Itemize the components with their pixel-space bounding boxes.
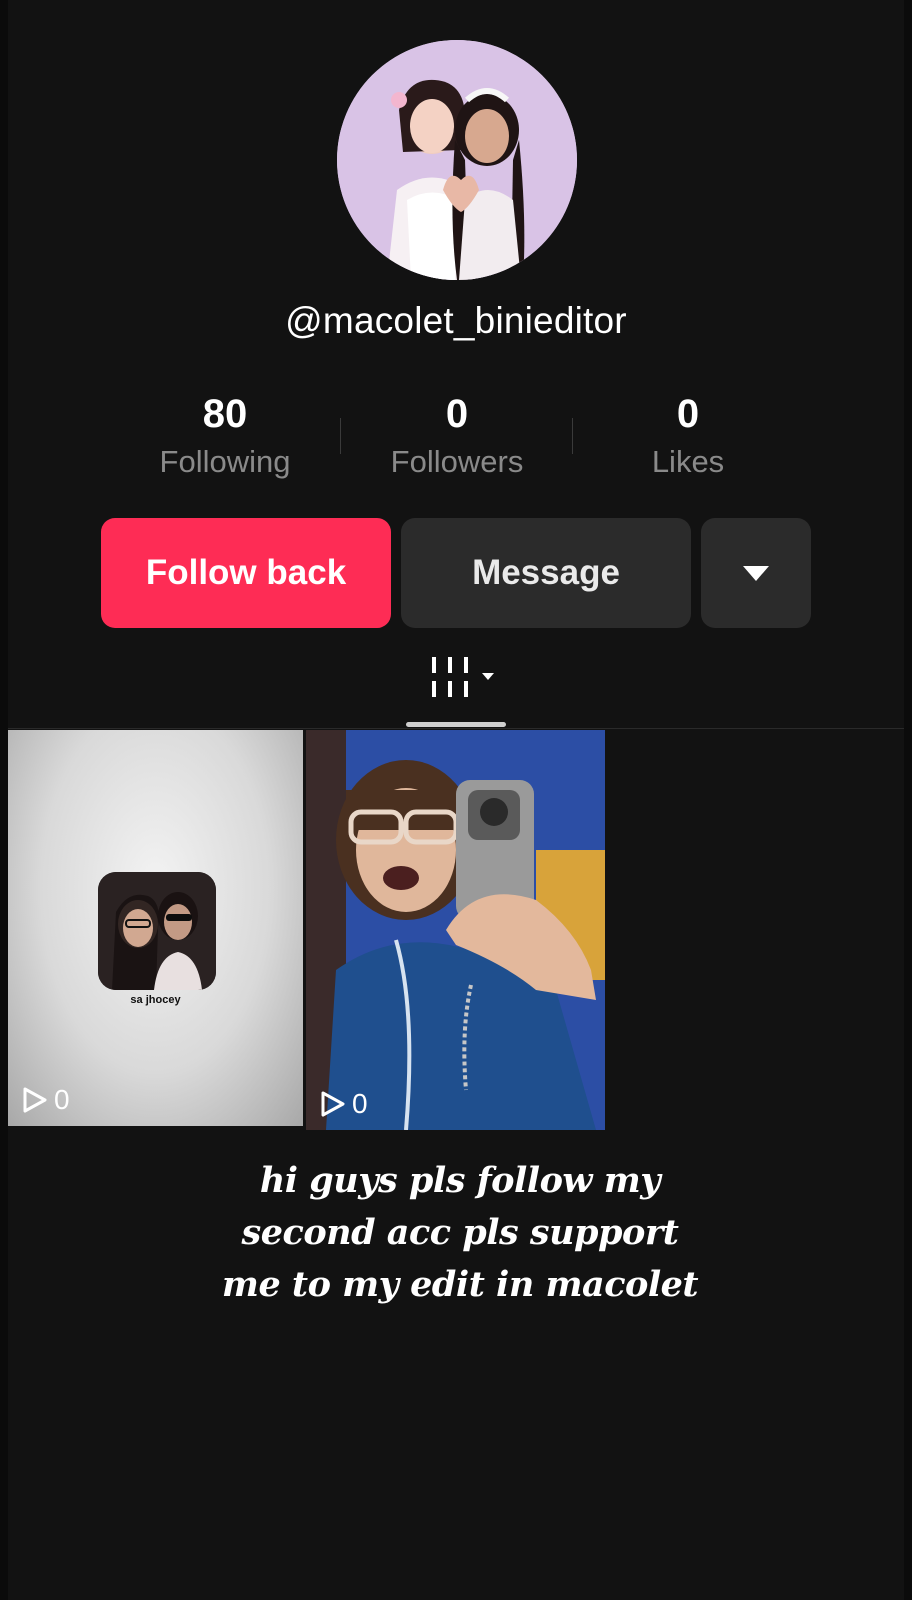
video-thumbnail-image [98,872,216,990]
more-options-button[interactable] [701,518,811,628]
stat-divider [572,418,573,454]
tabs-divider [8,728,904,729]
play-icon [23,1087,47,1113]
view-count: 0 [22,1084,70,1116]
overlay-caption-line: me to my edit in macolet [221,1264,699,1305]
followers-count: 0 [445,392,469,436]
profile-screen: @macolet_binieditor 80 Following 0 Follo… [0,0,912,1600]
view-count-value: 0 [54,1084,70,1115]
video-thumbnail-image [306,730,605,1130]
grid-tab-icon [432,657,494,697]
view-count-value: 0 [352,1088,368,1119]
overlay-caption-line: second acc pls support [241,1212,679,1253]
stat-followers[interactable]: 0 Followers [347,390,567,484]
video-thumbnail[interactable]: sa jhocey 0 [8,730,303,1126]
view-count: 0 [320,1088,368,1120]
play-icon [321,1091,345,1117]
followers-label: Followers [390,444,524,479]
frame-edge-left [0,0,8,1600]
stat-likes[interactable]: 0 Likes [578,390,798,484]
profile-stats: 80 Following 0 Followers 0 Likes [0,390,912,490]
video-thumbnail[interactable]: 0 [306,730,605,1130]
caret-down-icon [743,565,769,581]
likes-count: 0 [676,392,700,436]
overlay-caption: hi guys pls follow my second acc pls sup… [160,1155,760,1311]
overlay-caption-line: hi guys pls follow my [259,1160,661,1201]
follow-back-button[interactable]: Follow back [101,518,391,628]
message-button[interactable]: Message [401,518,691,628]
likes-label: Likes [651,444,725,479]
tab-videos[interactable] [428,655,498,705]
video-thumbnail-caption: sa jhocey [130,994,181,1006]
username: @macolet_binieditor [285,300,627,341]
stat-following[interactable]: 80 Following [115,390,335,484]
active-tab-indicator [406,722,506,727]
avatar-photo-icon [337,40,577,280]
following-label: Following [159,444,291,479]
stat-divider [340,418,341,454]
frame-edge-right [904,0,912,1600]
avatar[interactable] [337,40,577,280]
following-count: 80 [202,392,248,436]
